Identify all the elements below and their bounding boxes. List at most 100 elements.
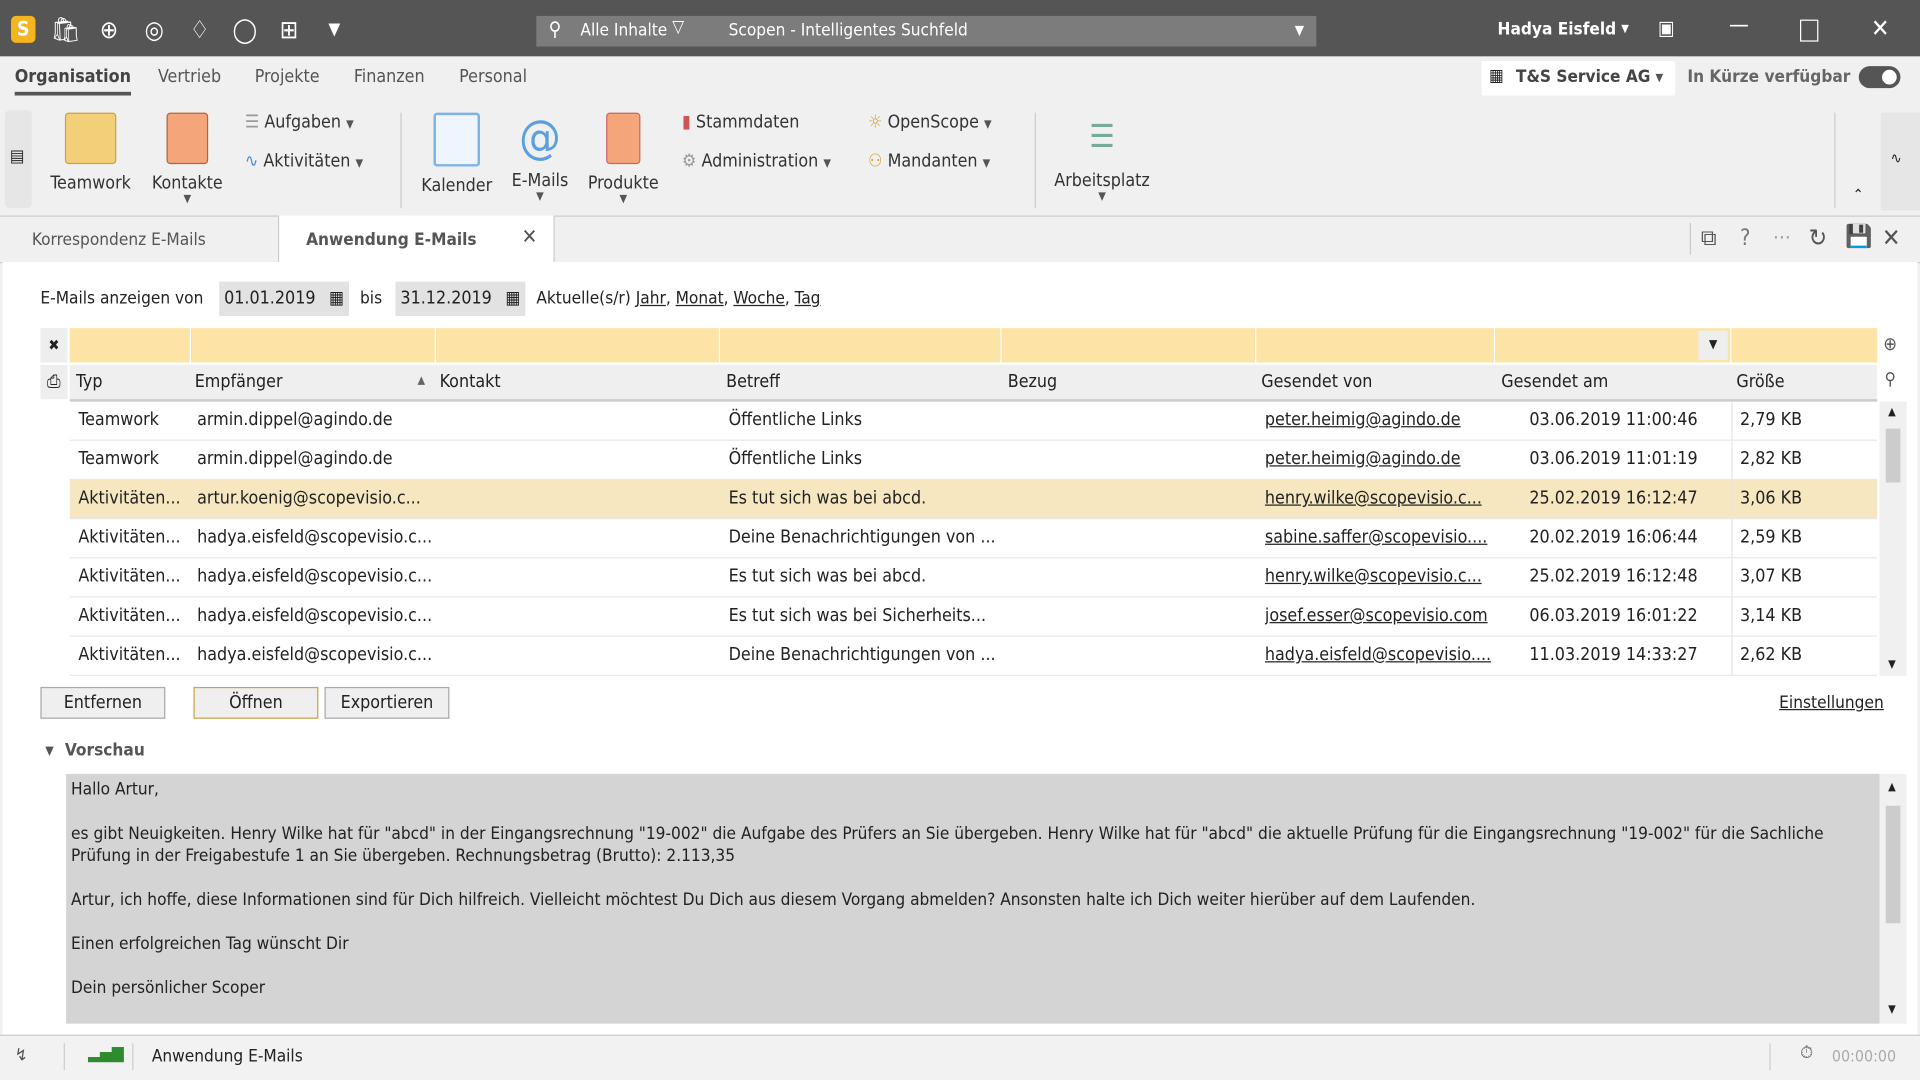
ribbon-aufgaben[interactable]: ☰ Aufgaben ▼ <box>245 113 354 133</box>
tab-personal[interactable]: Personal <box>459 67 527 87</box>
ribbon-arbeitsplatz[interactable]: ☰ Arbeitsplatz ▼ <box>1051 113 1154 203</box>
search-scope[interactable]: Alle Inhalte <box>580 21 667 41</box>
lightbulb-icon[interactable]: ◯ <box>230 15 259 44</box>
scopevisio-logo[interactable]: S <box>11 15 36 43</box>
link-woche[interactable]: Woche <box>733 289 784 309</box>
sidebar-toggle[interactable]: ▤ <box>4 110 32 209</box>
date-to-input[interactable]: 31.12.2019 ▦ <box>395 281 526 316</box>
remove-button[interactable]: Entfernen <box>40 686 166 719</box>
ribbon-produkte[interactable]: Produkte ▼ <box>583 112 664 206</box>
cell-gesendet-von[interactable]: henry.wilke@scopevisio.c... <box>1265 558 1482 595</box>
user-menu[interactable]: Hadya Eisfeld <box>1498 20 1617 40</box>
new-window-icon[interactable]: ⊞ <box>274 15 303 44</box>
scroll-thumb[interactable] <box>1885 805 1901 924</box>
ribbon-stammdaten[interactable]: ▮ Stammdaten <box>682 113 799 133</box>
link-jahr[interactable]: Jahr <box>636 289 666 309</box>
calendar-icon[interactable]: ▦ <box>505 282 520 316</box>
save-icon[interactable]: 💾 <box>1845 224 1872 250</box>
column-header-bezug[interactable]: Bezug <box>1008 372 1057 392</box>
scroll-up-icon[interactable]: ▲ <box>1888 781 1896 793</box>
scroll-up-icon[interactable]: ▲ <box>1888 407 1896 419</box>
doc-tab-korrespondenz[interactable]: Korrespondenz E-Mails <box>0 216 277 263</box>
add-circle-icon[interactable]: ⊕ <box>94 15 123 44</box>
column-header-empfaenger[interactable]: Empfänger <box>195 372 283 392</box>
search-input[interactable]: Scopen - Intelligentes Suchfeld <box>729 21 968 41</box>
link-monat[interactable]: Monat <box>676 289 724 309</box>
tag-icon[interactable]: ♢ <box>185 15 214 44</box>
detach-window-icon[interactable]: ▣ <box>1658 16 1675 39</box>
ribbon-administration[interactable]: ⚙ Administration ▼ <box>682 152 831 172</box>
table-row[interactable]: Aktivitäten... hadya.eisfeld@scopevisio.c… <box>69 558 1878 598</box>
ribbon-emails[interactable]: @ E-Mails ▼ <box>504 113 575 204</box>
doc-tab-anwendung[interactable]: Anwendung E-Mails ✕ <box>277 215 555 264</box>
ribbon-aktivitaeten[interactable]: ∿ Aktivitäten ▼ <box>245 152 363 172</box>
shopping-bag-icon[interactable]: 🛍 <box>50 15 81 44</box>
help-icon[interactable]: ? <box>1740 225 1751 251</box>
table-row[interactable]: Teamwork armin.dippel@agindo.de Öffentlich… <box>69 402 1878 441</box>
table-row[interactable]: Aktivitäten... hadya.eisfeld@scopevisio.c… <box>69 637 1878 676</box>
ribbon-mandanten[interactable]: ⚇ Mandanten ▼ <box>868 152 990 172</box>
cell-gesendet-von[interactable]: josef.esser@scopevisio.com <box>1265 598 1488 635</box>
search-field[interactable]: ⚲ Alle Inhalte ▽ Scopen - Intelligentes … <box>536 15 1317 47</box>
date-from-input[interactable]: 01.01.2019 ▦ <box>219 281 349 316</box>
print-icon[interactable]: ⎙ <box>40 364 68 400</box>
copy-icon[interactable]: ⧉ <box>1701 225 1717 251</box>
chevron-down-icon[interactable]: ▼ <box>1295 22 1304 38</box>
column-header-betreff[interactable]: Betreff <box>726 372 780 392</box>
close-window-icon[interactable]: ✕ <box>1871 13 1889 42</box>
close-tab-icon[interactable]: ✕ <box>522 225 538 249</box>
more-icon[interactable]: ⋯ <box>1773 225 1791 248</box>
search-icon[interactable]: ⚲ <box>1884 370 1895 390</box>
scroll-down-icon[interactable]: ▼ <box>1888 1004 1896 1016</box>
clear-filter-icon[interactable]: ✖ <box>40 328 68 363</box>
cell-gesendet-von[interactable]: peter.heimig@agindo.de <box>1265 402 1461 439</box>
cell-gesendet-von[interactable]: sabine.saffer@scopevisio.... <box>1265 519 1487 556</box>
filter-icon[interactable]: ▽ <box>672 17 684 37</box>
table-scrollbar[interactable]: ▲ ▼ <box>1879 401 1907 676</box>
availability-toggle[interactable] <box>1858 66 1901 89</box>
table-row[interactable]: Aktivitäten... artur.koenig@scopevisio.c.… <box>69 480 1878 520</box>
settings-link[interactable]: Einstellungen <box>1779 693 1884 713</box>
activity-panel-toggle[interactable]: ∿ <box>1880 112 1920 211</box>
quick-actions-icon[interactable]: ↯ <box>15 1046 28 1066</box>
filter-dropdown-icon[interactable]: ▼ <box>1698 330 1728 361</box>
preview-title[interactable]: Vorschau <box>65 741 145 761</box>
link-tag[interactable]: Tag <box>795 289 821 309</box>
cell-gesendet-von[interactable]: henry.wilke@scopevisio.c... <box>1265 480 1482 517</box>
collapse-preview-icon[interactable]: ▼ <box>45 744 53 757</box>
cell-gesendet-von[interactable]: hadya.eisfeld@scopevisio.... <box>1265 637 1491 674</box>
minimize-icon[interactable]: — <box>1729 12 1749 38</box>
company-selector[interactable]: ▦ T&S Service AG ▼ <box>1481 61 1676 96</box>
collapse-ribbon-icon[interactable]: ⌃ <box>1853 186 1864 203</box>
sort-ascending-icon[interactable]: ▲ <box>418 375 426 387</box>
tab-projekte[interactable]: Projekte <box>255 67 320 87</box>
ribbon-kontakte[interactable]: Kontakte ▼ <box>147 112 228 206</box>
ribbon-openscope[interactable]: ☼ OpenScope ▼ <box>868 113 992 133</box>
scroll-thumb[interactable] <box>1885 428 1901 483</box>
ribbon-kalender[interactable]: Kalender <box>416 112 497 196</box>
cell-gesendet-von[interactable]: peter.heimig@agindo.de <box>1265 441 1461 478</box>
column-filter-row[interactable]: ▼ <box>69 328 1878 363</box>
add-column-icon[interactable]: ⊕ <box>1883 333 1897 355</box>
quick-access-dropdown-icon[interactable]: ▼ <box>320 15 349 44</box>
table-row[interactable]: Aktivitäten... hadya.eisfeld@scopevisio.c… <box>69 598 1878 637</box>
refresh-icon[interactable]: ↻ <box>1809 223 1827 252</box>
user-chevron-icon[interactable]: ▼ <box>1621 23 1629 35</box>
column-header-kontakt[interactable]: Kontakt <box>440 372 501 392</box>
lifebuoy-icon[interactable]: ◎ <box>140 15 169 44</box>
tab-vertrieb[interactable]: Vertrieb <box>158 67 221 87</box>
tab-finanzen[interactable]: Finanzen <box>354 67 425 87</box>
table-row[interactable]: Teamwork armin.dippel@agindo.de Öffentlich… <box>69 441 1878 481</box>
scroll-down-icon[interactable]: ▼ <box>1888 659 1896 671</box>
column-header-gesendet-am[interactable]: Gesendet am <box>1501 372 1608 392</box>
ribbon-teamwork[interactable]: Teamwork <box>47 112 135 193</box>
calendar-icon[interactable]: ▦ <box>329 282 344 316</box>
tab-organisation[interactable]: Organisation <box>14 67 131 96</box>
close-view-icon[interactable]: ✕ <box>1882 223 1900 252</box>
export-button[interactable]: Exportieren <box>324 686 450 719</box>
column-header-groesse[interactable]: Größe <box>1736 372 1784 392</box>
column-header-typ[interactable]: Typ <box>76 372 103 392</box>
table-row[interactable]: Aktivitäten... hadya.eisfeld@scopevisio.c… <box>69 519 1878 559</box>
maximize-icon[interactable] <box>1800 19 1819 42</box>
preview-scrollbar[interactable]: ▲ ▼ <box>1879 773 1907 1024</box>
